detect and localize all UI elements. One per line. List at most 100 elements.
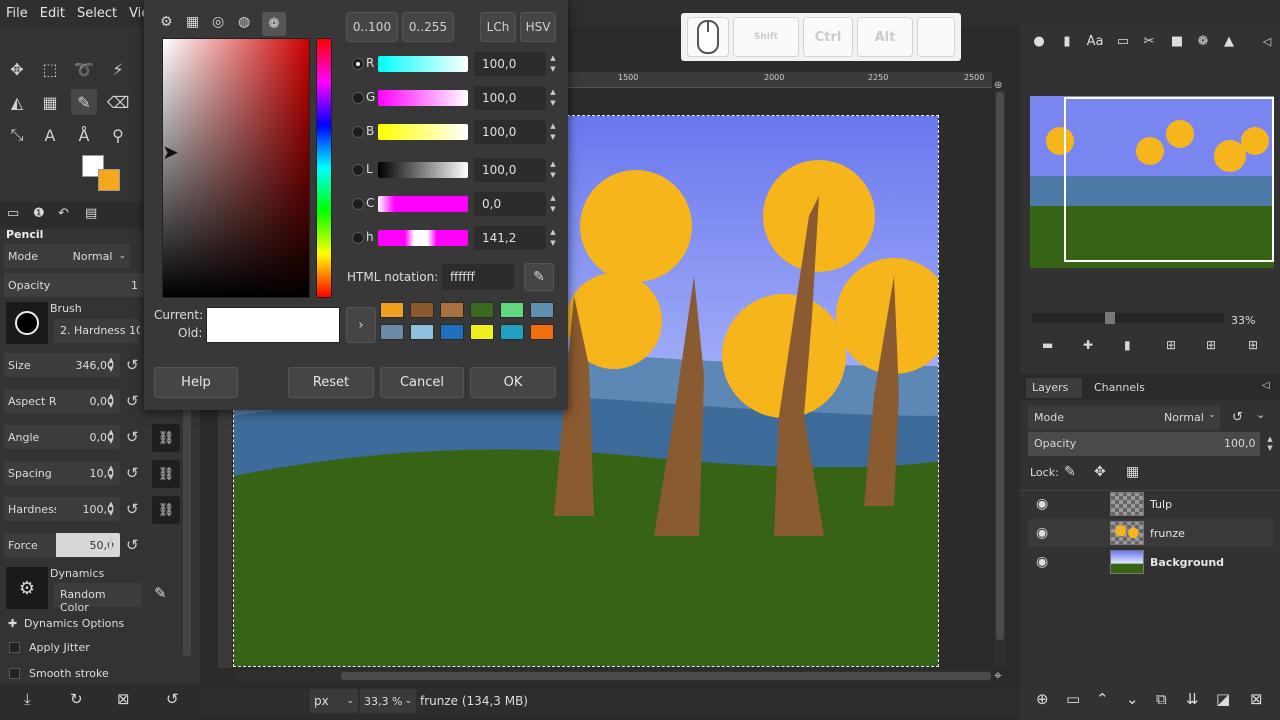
tool-presets-tab-icon[interactable]: ✂ [1138,30,1160,52]
dynamics-name-field[interactable]: Random Color [54,583,142,614]
lock-alpha-icon[interactable]: ▦ [1126,464,1139,480]
link-icon[interactable]: ⛓ [152,496,180,524]
horizontal-scrollbar-thumb[interactable] [341,672,991,680]
spacing-slider[interactable]: Spacing 10,0 [4,461,120,485]
path-tool-icon[interactable]: Å [71,122,97,148]
mode-select[interactable]: Mode Normal ⌄ [4,244,130,268]
color-history-swatch[interactable] [530,302,554,318]
restore-options-icon[interactable]: ↻ [70,690,83,708]
vertical-scrollbar[interactable] [994,90,1006,668]
color-history-swatch[interactable] [410,302,434,318]
angle-spinner[interactable]: ▲ ▼ [105,426,117,448]
link-icon[interactable]: ⛓ [152,460,180,488]
zoom-out-icon[interactable]: ▬ [1042,338,1053,352]
wheel-selector-icon[interactable]: ◎ [212,14,224,30]
zoom-tool-icon[interactable]: ⚲ [105,122,131,148]
eye-icon[interactable]: ◉ [1036,525,1048,541]
reset-icon[interactable]: ↺ [126,356,139,374]
images-tab-icon[interactable]: ▤ [85,206,97,221]
channels-tab[interactable]: Channels [1088,378,1164,398]
eye-icon[interactable]: ◉ [1036,496,1048,512]
channel-b-value[interactable]: 100,0 [474,120,546,144]
channel-g-radio[interactable] [352,92,364,104]
channel-l-value[interactable]: 100,0 [474,158,546,182]
merge-down-icon[interactable]: ⇊ [1186,690,1199,708]
eye-icon[interactable]: ◉ [1036,554,1048,570]
navigation-preview[interactable] [1030,96,1274,268]
color-history-swatch[interactable] [410,324,434,340]
cancel-button[interactable]: Cancel [380,367,464,398]
dynamics-preview-icon[interactable]: ⚙ [6,567,48,609]
channel-c-value[interactable]: 0,0 [474,192,546,216]
saturation-value-area[interactable] [162,38,310,298]
navigation-zoom-handle[interactable] [1105,312,1115,324]
range-0-100-button[interactable]: 0..100 [346,12,398,42]
force-slider[interactable]: Force 50,0 [4,533,120,557]
navigate-icon[interactable]: ⌖ [994,668,1002,684]
pencil-tool-icon[interactable]: ✎ [71,89,97,115]
fill-window-icon[interactable]: ⊞ [1206,338,1216,352]
channel-b-radio[interactable] [352,126,364,138]
reset-icon[interactable]: ↺ [126,464,139,482]
aspect-ratio-slider[interactable]: Aspect R... 0,00 [4,389,120,413]
background-color-swatch[interactable] [98,169,120,191]
patterns-tab-icon[interactable]: ■ [1166,30,1188,52]
triangle-selector-icon[interactable]: ◍ [238,14,250,30]
layer-mode-select[interactable]: Mode Normal ⌄ [1028,406,1220,430]
channel-r-radio[interactable] [352,58,364,70]
palettes-tab-icon[interactable]: ❁ [1192,30,1214,52]
channel-g-spinner[interactable]: ▲ ▼ [548,86,558,110]
zoom-1-1-icon[interactable]: ▮ [1124,338,1131,352]
raise-layer-icon[interactable]: ⌃ [1096,690,1109,708]
channel-l-slider[interactable] [378,162,468,178]
layer-row-frunze[interactable]: ◉ frunze [1028,519,1274,547]
save-options-icon[interactable]: ⤓ [24,690,31,708]
dock-menu-icon[interactable]: ◁ [1262,380,1270,391]
lock-position-icon[interactable]: ✥ [1094,464,1106,480]
nav-corner-icon[interactable]: ⊛ [994,80,1002,91]
gimp-selector-icon[interactable]: ⚙ [160,14,173,30]
smooth-stroke-checkbox[interactable] [9,668,20,679]
fit-image-icon[interactable]: ⊞ [1166,338,1176,352]
reset-options-icon[interactable]: ↺ [166,690,179,708]
lock-pixels-icon[interactable]: ✎ [1064,464,1076,480]
color-history-swatch[interactable] [500,324,524,340]
tool-options-tab-icon[interactable]: ▭ [7,206,19,221]
edit-dynamics-icon[interactable]: ✎ [154,584,167,602]
unit-select[interactable]: px ⌄ [310,689,358,713]
angle-slider[interactable]: Angle 0,00 [4,425,120,449]
channel-r-value[interactable]: 100,0 [474,52,546,76]
color-history-swatch[interactable] [470,324,494,340]
layer-opacity-spinner[interactable]: ▲ ▼ [1264,433,1276,455]
range-0-255-button[interactable]: 0..255 [402,12,454,42]
fuzzy-select-tool-icon[interactable]: ⚡ [105,56,131,82]
layer-row-background[interactable]: ◉ Background [1028,548,1274,576]
vertical-scrollbar-thumb[interactable] [996,92,1004,640]
layer-opacity-slider[interactable]: Opacity 100,0 [1028,432,1260,456]
link-icon[interactable]: ⛓ [152,424,180,452]
zoom-select[interactable]: 33,3 % ⌄ [360,689,416,713]
add-to-history-icon[interactable]: › [346,307,376,343]
duplicate-layer-icon[interactable]: ⧉ [1156,690,1167,708]
reset-button[interactable]: Reset [288,367,374,398]
size-spinner[interactable]: ▲ ▼ [105,354,117,376]
reset-icon[interactable]: ↺ [126,392,139,410]
channel-h-value[interactable]: 141,2 [474,226,546,250]
channel-g-slider[interactable] [378,90,468,106]
cmyk-selector-icon[interactable]: ▦ [186,14,199,30]
dock-menu-icon[interactable]: ◁ [1256,30,1278,52]
brushes-tab-icon[interactable]: ● [1028,30,1050,52]
channel-c-spinner[interactable]: ▲ ▼ [548,192,558,216]
fonts-tab-icon[interactable]: Aa [1084,30,1106,52]
hue-strip[interactable] [316,38,332,298]
lower-layer-icon[interactable]: ⌄ [1126,690,1139,708]
channel-b-slider[interactable] [378,124,468,140]
channel-h-radio[interactable] [352,232,364,244]
html-notation-input[interactable]: ffffff [442,264,514,290]
color-history-swatch[interactable] [440,302,464,318]
eraser-tool-icon[interactable]: ⌫ [105,89,131,115]
move-tool-icon[interactable]: ✥ [4,56,30,82]
dynamics-options-label[interactable]: Dynamics Options [24,617,124,630]
channel-c-slider[interactable] [378,196,468,212]
brush-preview[interactable] [6,302,48,344]
